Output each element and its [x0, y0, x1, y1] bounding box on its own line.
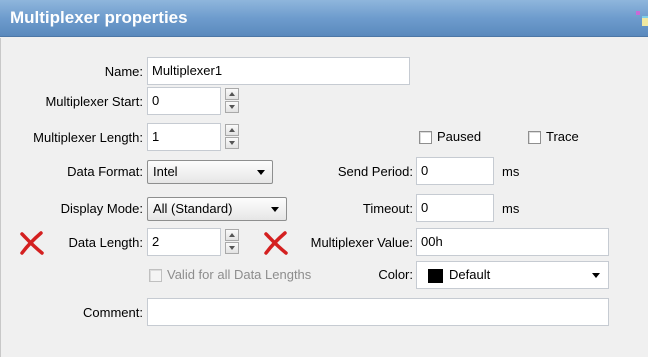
send-period-input[interactable]: 0	[416, 157, 494, 185]
send-period-unit: ms	[502, 164, 520, 179]
timeout-unit: ms	[502, 201, 520, 216]
data-length-spinner[interactable]	[225, 229, 239, 255]
color-swatch	[428, 269, 443, 283]
spin-up-icon[interactable]	[225, 229, 239, 241]
chevron-down-icon	[592, 273, 600, 278]
spin-down-icon[interactable]	[225, 242, 239, 254]
chevron-down-icon	[257, 170, 265, 175]
trace-checkbox[interactable]	[528, 131, 541, 144]
comment-input[interactable]	[147, 298, 609, 326]
send-period-label: Send Period:	[337, 164, 413, 179]
timeout-input[interactable]: 0	[416, 194, 494, 222]
spin-down-icon[interactable]	[225, 137, 239, 149]
multiplexer-length-spinner[interactable]	[225, 124, 239, 150]
valid-all-lengths-label: Valid for all Data Lengths	[167, 267, 312, 282]
multiplexer-start-spinner[interactable]	[225, 88, 239, 114]
window-corner-icon[interactable]	[636, 10, 648, 26]
red-x-icon	[264, 231, 288, 255]
multiplexer-value-input[interactable]: 00h	[416, 228, 609, 256]
display-mode-label: Display Mode:	[60, 201, 143, 216]
data-length-input[interactable]: 2	[147, 228, 221, 256]
display-mode-value: All (Standard)	[153, 201, 233, 216]
title-bar: Multiplexer properties	[0, 0, 648, 37]
properties-panel: Name: Multiplexer1 Multiplexer Start: 0 …	[0, 38, 648, 357]
color-value: Default	[449, 267, 491, 282]
color-dropdown[interactable]: Default	[416, 261, 609, 289]
comment-label: Comment:	[83, 305, 143, 320]
spin-up-icon[interactable]	[225, 124, 239, 136]
data-format-value: Intel	[153, 164, 178, 179]
timeout-label: Timeout:	[362, 201, 413, 216]
multiplexer-length-label: Multiplexer Length:	[33, 130, 143, 145]
spin-down-icon[interactable]	[225, 101, 239, 113]
data-format-dropdown[interactable]: Intel	[147, 160, 273, 184]
display-mode-dropdown[interactable]: All (Standard)	[147, 197, 287, 221]
name-label: Name:	[104, 64, 143, 79]
name-input[interactable]: Multiplexer1	[147, 57, 410, 85]
window-title: Multiplexer properties	[10, 8, 188, 27]
multiplexer-length-input[interactable]: 1	[147, 123, 221, 151]
color-label: Color:	[378, 267, 413, 282]
spin-up-icon[interactable]	[225, 88, 239, 100]
valid-all-lengths-checkbox[interactable]	[149, 269, 162, 282]
trace-label: Trace	[546, 129, 579, 144]
paused-label: Paused	[437, 129, 482, 144]
chevron-down-icon	[271, 207, 279, 212]
data-format-label: Data Format:	[67, 164, 143, 179]
multiplexer-value-label: Multiplexer Value:	[310, 235, 413, 250]
multiplexer-start-label: Multiplexer Start:	[45, 94, 143, 109]
paused-checkbox[interactable]	[419, 131, 432, 144]
data-length-label: Data Length:	[68, 235, 143, 250]
multiplexer-start-input[interactable]: 0	[147, 87, 221, 115]
